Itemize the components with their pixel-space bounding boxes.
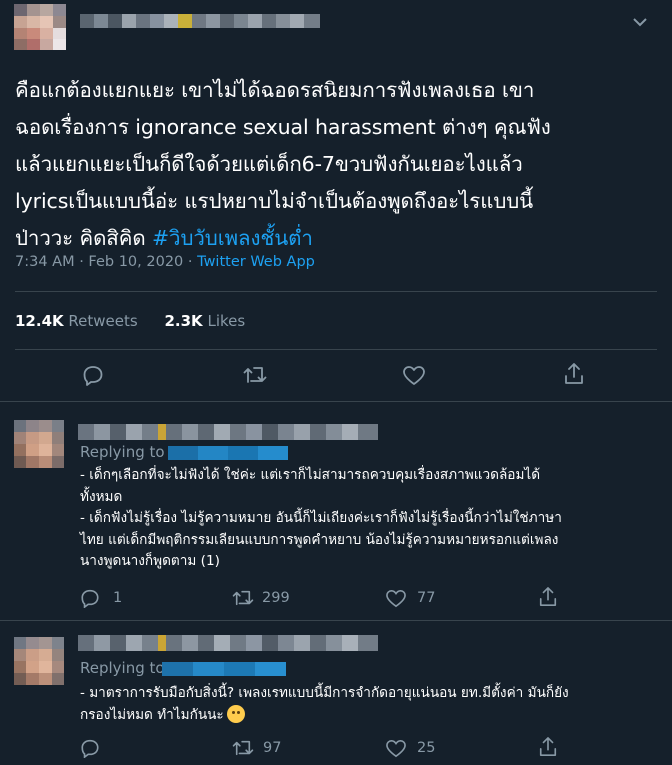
reply-tweet[interactable]: Replying to - มาตราการรับมือกับสิ่งนี้? … — [0, 621, 672, 765]
tweet-line: lyricsเป็นแบบนี้อ่ะ แรปหยาบไม่จำเป็นต้อง… — [15, 189, 534, 213]
reply-icon[interactable] — [80, 588, 100, 608]
tweet-source[interactable]: Twitter Web App — [197, 254, 315, 270]
reply-count: 1 — [113, 590, 123, 606]
like-count: 77 — [417, 590, 436, 606]
replying-to-label: Replying to — [80, 443, 165, 461]
retweet-icon[interactable] — [232, 739, 254, 757]
main-tweet: คือแกต้องแยกแยะ เขาไม่ได้ฉอดรสนิยมการฟัง… — [0, 0, 672, 400]
reply-line-text: กรองไม่หมด ทำไมกันนะ — [80, 706, 224, 723]
divider — [15, 291, 657, 292]
avatar[interactable] — [14, 4, 66, 50]
avatar[interactable] — [14, 420, 64, 468]
reply-tweet[interactable]: Replying to - เด็กๆเลือกที่จะไม่ฟังได้ ใ… — [0, 402, 672, 620]
tweet-line-text: ป่าววะ คิดสิคิด — [15, 226, 152, 250]
tweet-line: คือแกต้องแยกแยะ เขาไม่ได้ฉอดรสนิยมการฟัง… — [15, 78, 535, 102]
reply-line: - เด็กฟังไม่รู้เรื่อง ไม่รู้ความหมาย อัน… — [80, 510, 562, 526]
pixelated-mention[interactable] — [162, 662, 286, 676]
reply-icon[interactable] — [80, 738, 100, 758]
replying-to: Replying to — [80, 443, 165, 461]
pixelated-username[interactable] — [78, 635, 378, 651]
pixelated-username[interactable] — [78, 424, 378, 440]
reply-line: นางพูดนางก็พูดตาม (1) — [80, 553, 220, 569]
divider — [15, 349, 657, 350]
pixelated-username[interactable] — [80, 14, 320, 28]
hashtag-link[interactable]: #วิบวับเพลงชั้นต่ำ — [152, 226, 313, 250]
avatar[interactable] — [14, 637, 64, 685]
retweet-count: 299 — [262, 590, 290, 606]
likes-stat[interactable]: 2.3K Likes — [164, 312, 245, 330]
chevron-down-icon[interactable] — [632, 12, 648, 31]
like-icon[interactable] — [402, 365, 426, 386]
retweet-count: 97 — [263, 740, 282, 756]
replying-to: Replying to — [80, 659, 165, 677]
thinking-face-emoji — [226, 704, 245, 723]
tweet-timestamp[interactable]: 7:34 AM · Feb 10, 2020 · — [15, 254, 197, 270]
reply-line: กรองไม่หมด ทำไมกันนะ — [80, 704, 650, 727]
reply-line: - เด็กๆเลือกที่จะไม่ฟังได้ ใช่ค่ะ แต่เรา… — [80, 467, 541, 483]
tweet-meta: 7:34 AM · Feb 10, 2020 · Twitter Web App — [15, 254, 315, 270]
reply-line: ไทย แต่เด็กมีพฤติกรรมเลียนแบบการพูดคำหยา… — [80, 531, 559, 548]
reply-text: - เด็กๆเลือกที่จะไม่ฟังได้ ใช่ค่ะ แต่เรา… — [80, 465, 650, 573]
pixelated-mention[interactable] — [168, 446, 288, 460]
reply-text: - มาตราการรับมือกับสิ่งนี้? เพลงเรทแบบนี… — [80, 683, 650, 726]
tweet-line: ฉอดเรื่องการ ignorance sexual harassment… — [15, 115, 551, 139]
share-icon[interactable] — [563, 362, 585, 386]
like-icon[interactable] — [385, 739, 407, 758]
like-icon[interactable] — [385, 589, 407, 608]
tweet-stats: 12.4K Retweets 2.3K Likes — [15, 312, 245, 330]
reply-line: - มาตราการรับมือกับสิ่งนี้? เพลงเรทแบบนี… — [80, 685, 569, 701]
like-count: 25 — [417, 740, 436, 756]
likes-label: Likes — [202, 312, 246, 330]
reply-icon[interactable] — [82, 364, 104, 386]
likes-count: 2.3K — [164, 312, 203, 330]
tweet-line: ป่าววะ คิดสิคิด #วิบวับเพลงชั้นต่ำ — [15, 220, 663, 257]
replying-to-label: Replying to — [80, 659, 165, 677]
retweet-icon[interactable] — [232, 589, 254, 607]
share-icon[interactable] — [538, 586, 558, 608]
retweets-count: 12.4K — [15, 312, 64, 330]
tweet-line: แล้วแยกแยะเป็นก็ดีใจด้วยแต่เด็ก6-7ขวบฟัง… — [15, 152, 523, 176]
retweets-label: Retweets — [63, 312, 138, 330]
retweets-stat[interactable]: 12.4K Retweets — [15, 312, 138, 330]
retweet-icon[interactable] — [243, 365, 267, 385]
share-icon[interactable] — [538, 736, 558, 758]
tweet-text: คือแกต้องแยกแยะ เขาไม่ได้ฉอดรสนิยมการฟัง… — [15, 72, 663, 257]
reply-line: ทั้งหมด — [80, 488, 123, 505]
